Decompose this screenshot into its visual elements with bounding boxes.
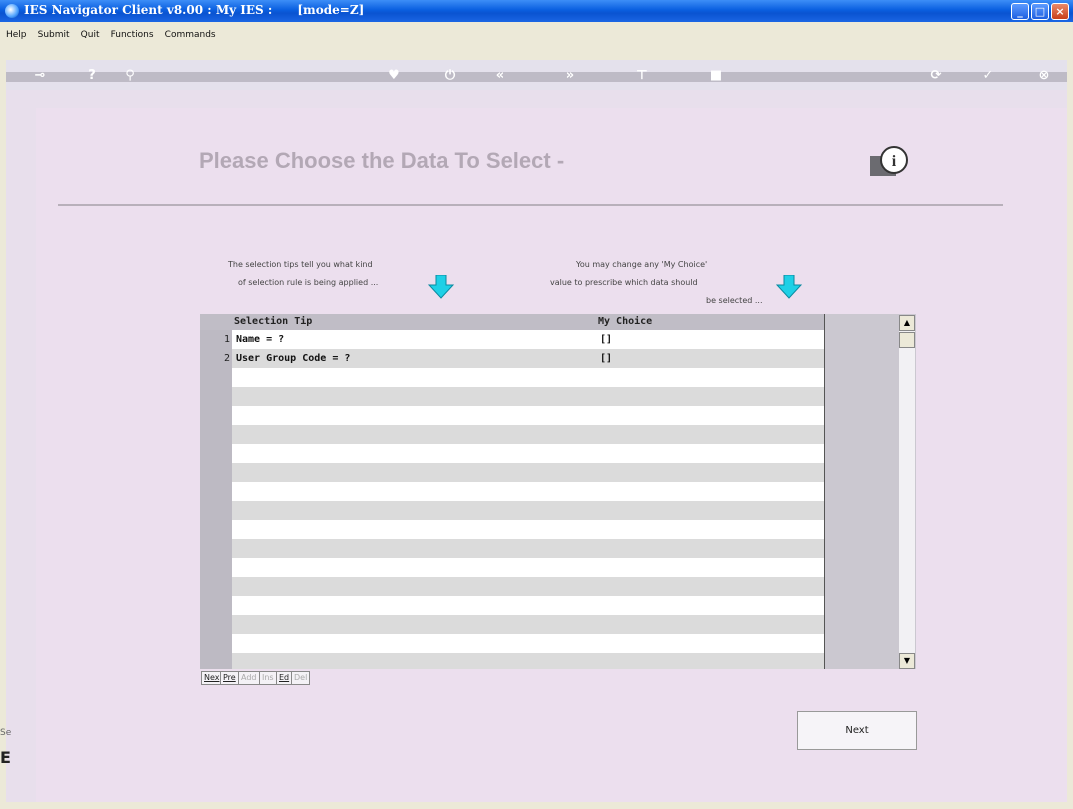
table-row[interactable]	[232, 368, 824, 387]
insert-record-button[interactable]: Ins	[259, 671, 277, 685]
svg-text:i: i	[892, 153, 897, 170]
grid-scrollbar[interactable]: ▲ ▼	[899, 315, 915, 669]
side-label: Se	[0, 728, 12, 738]
tip-right-line2: value to prescribe which data should	[550, 278, 698, 287]
check-icon[interactable]: ✓	[976, 67, 1000, 85]
table-row[interactable]	[232, 653, 824, 669]
minimize-button[interactable]: _	[1011, 3, 1029, 20]
table-row[interactable]	[232, 615, 824, 634]
app-window: IES Navigator Client v8.00 : My IES : [m…	[0, 0, 1073, 809]
menu-quit[interactable]: Quit	[81, 25, 100, 45]
page-title: Please Choose the Data To Select -	[199, 148, 565, 173]
key-icon[interactable]: ⊸	[28, 67, 52, 85]
scroll-up-button[interactable]: ▲	[899, 315, 915, 331]
menu-functions[interactable]: Functions	[111, 25, 154, 45]
table-row[interactable]	[232, 444, 824, 463]
table-row[interactable]	[232, 577, 824, 596]
scroll-down-button[interactable]: ▼	[899, 653, 915, 669]
power-icon[interactable]: ⏻	[438, 67, 462, 85]
title-bar: IES Navigator Client v8.00 : My IES : [m…	[0, 0, 1073, 22]
row-number: 1	[223, 334, 230, 345]
table-row[interactable]	[232, 539, 824, 558]
tip-left-line2: of selection rule is being applied ...	[238, 278, 379, 287]
row-number: 2	[223, 353, 230, 364]
add-record-button[interactable]: Add	[238, 671, 260, 685]
cell-selection-tip[interactable]: Name = ?	[236, 334, 284, 345]
menu-submit[interactable]: Submit	[38, 25, 70, 45]
table-row[interactable]	[232, 463, 824, 482]
header-my-choice[interactable]: My Choice	[598, 316, 652, 327]
rewind-icon[interactable]: «	[488, 67, 512, 85]
maximize-button[interactable]: □	[1031, 3, 1049, 20]
app-icon	[5, 4, 19, 18]
side-glyph: E	[0, 748, 11, 767]
cell-my-choice[interactable]: []	[600, 353, 612, 364]
info-icon[interactable]: i	[868, 144, 912, 180]
table-row[interactable]	[232, 596, 824, 615]
help-icon[interactable]: ?	[80, 67, 104, 85]
table-row[interactable]	[232, 406, 824, 425]
menu-bar: Help Submit Quit Functions Commands	[0, 22, 1073, 42]
window-title: IES Navigator Client v8.00 : My IES : [m…	[24, 3, 365, 17]
table-row[interactable]	[232, 425, 824, 444]
table-row[interactable]	[232, 634, 824, 653]
tip-right-line3: be selected ...	[706, 296, 763, 305]
table-row[interactable]	[232, 330, 824, 349]
toolbar-strip	[6, 72, 1067, 82]
cell-my-choice[interactable]: []	[600, 334, 612, 345]
grid-rows	[232, 330, 824, 669]
heart-icon[interactable]: ♥	[382, 67, 406, 85]
stop-icon[interactable]: ■	[704, 67, 728, 85]
menu-help[interactable]: Help	[6, 25, 27, 45]
refresh-icon[interactable]: ⟳	[924, 67, 948, 85]
table-row[interactable]	[232, 387, 824, 406]
header-selection-tip[interactable]: Selection Tip	[234, 316, 312, 327]
tip-right-line1: You may change any 'My Choice'	[576, 260, 708, 269]
grid-divider	[824, 314, 825, 669]
tip-left-line1: The selection tips tell you what kind	[228, 260, 373, 269]
table-row[interactable]	[232, 482, 824, 501]
cell-selection-tip[interactable]: User Group Code = ?	[236, 353, 350, 364]
close-window-button[interactable]: ×	[1051, 3, 1069, 20]
row-number-column	[200, 330, 232, 669]
tree-icon[interactable]: ⊤	[630, 67, 654, 85]
table-row[interactable]	[232, 558, 824, 577]
toolbar: ⊸ ? ⚲ ♥ ⏻ « » ⊤ ■ ⟳ ✓ ⊗	[6, 60, 1067, 92]
edit-record-button[interactable]: Ed	[276, 671, 293, 685]
scroll-thumb[interactable]	[899, 332, 915, 348]
close-icon[interactable]: ⊗	[1032, 67, 1056, 85]
menu-commands[interactable]: Commands	[165, 25, 216, 45]
table-row[interactable]	[232, 501, 824, 520]
search-icon[interactable]: ⚲	[118, 67, 142, 85]
next-button[interactable]: Next	[797, 711, 917, 750]
grid-header: Selection Tip My Choice	[200, 314, 825, 330]
divider	[58, 204, 1003, 206]
table-row[interactable]	[232, 520, 824, 539]
previous-record-button[interactable]: Pre	[220, 671, 239, 685]
down-arrow-icon	[776, 275, 802, 299]
down-arrow-icon	[428, 275, 454, 299]
delete-record-button[interactable]: Del	[291, 671, 311, 685]
forward-icon[interactable]: »	[558, 67, 582, 85]
